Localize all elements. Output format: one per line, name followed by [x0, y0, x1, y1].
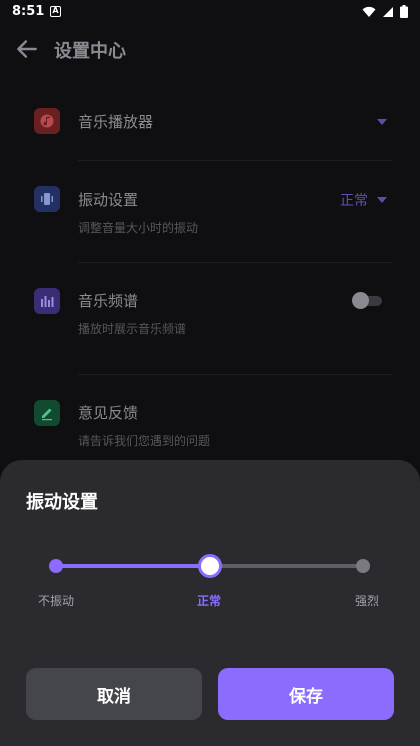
- page-title: 设置中心: [54, 41, 126, 62]
- divider: [78, 374, 392, 375]
- toggle-knob: [352, 292, 369, 309]
- level-label-strong: 强烈: [355, 594, 380, 608]
- edit-icon: [34, 400, 60, 426]
- vibration-value[interactable]: 正常: [340, 190, 368, 210]
- level-label-normal: 正常: [197, 594, 222, 608]
- spectrum-icon: [34, 288, 60, 314]
- setting-music-spectrum[interactable]: 音乐频谱 播放时展示音乐频谱: [0, 274, 420, 374]
- wifi-icon: [362, 6, 376, 17]
- back-arrow-icon[interactable]: [14, 36, 40, 62]
- status-bar: 8:51 A: [0, 0, 420, 26]
- setting-subtitle: 调整音量大小时的振动: [78, 221, 199, 235]
- save-button[interactable]: 保存: [218, 668, 394, 720]
- vibration-bottom-sheet: 振动设置 不振动 正常 强烈 取消 保存: [0, 460, 420, 746]
- status-time: 8:51: [12, 4, 45, 19]
- setting-subtitle: 请告诉我们您遇到的问题: [78, 434, 211, 448]
- app-bar: 设置中心: [0, 26, 420, 72]
- divider: [78, 160, 392, 161]
- vibration-icon: [34, 186, 60, 212]
- slider-track-filled: [56, 564, 210, 568]
- setting-music-player[interactable]: 音乐播放器: [0, 96, 420, 160]
- level-label-off: 不振动: [38, 594, 75, 608]
- setting-label: 振动设置: [78, 191, 139, 209]
- slider-thumb[interactable]: [198, 554, 222, 578]
- slider-stop-off[interactable]: [49, 559, 63, 573]
- setting-feedback[interactable]: 意见反馈 请告诉我们您遇到的问题: [0, 386, 420, 460]
- dropdown-caret-icon[interactable]: [377, 197, 387, 203]
- dropdown-caret-icon[interactable]: [377, 119, 387, 125]
- system-icons: [362, 5, 408, 18]
- cancel-button[interactable]: 取消: [26, 668, 202, 720]
- notification-a-icon: A: [50, 6, 61, 17]
- slider-stop-strong[interactable]: [356, 559, 370, 573]
- divider: [78, 262, 392, 263]
- battery-icon: [400, 5, 408, 18]
- music-icon: [34, 108, 60, 134]
- setting-label: 音乐播放器: [78, 113, 154, 131]
- spectrum-toggle[interactable]: [352, 292, 382, 309]
- setting-subtitle: 播放时展示音乐频谱: [78, 322, 187, 336]
- setting-vibration[interactable]: 振动设置 调整音量大小时的振动 正常: [0, 172, 420, 262]
- setting-label: 音乐频谱: [78, 292, 139, 310]
- setting-label: 意见反馈: [78, 404, 139, 422]
- sheet-title: 振动设置: [26, 492, 98, 513]
- signal-icon: [383, 6, 393, 17]
